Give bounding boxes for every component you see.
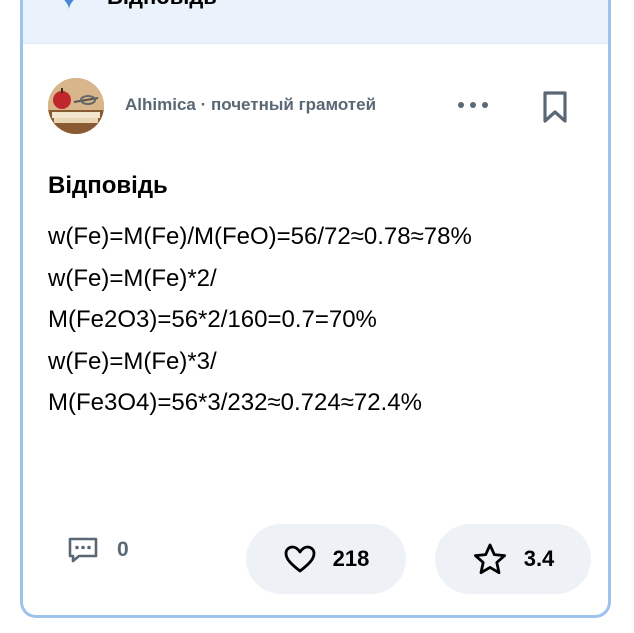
answer-heading: Відповідь	[48, 172, 168, 199]
likes-count: 218	[332, 546, 370, 571]
star-icon	[473, 543, 506, 575]
answer-line: w(Fe)=M(Fe)*2/	[48, 264, 217, 292]
comment-icon	[68, 537, 98, 563]
answer-card: Відповідь Alhimica · почетный грамотей	[20, 0, 611, 618]
top-title: Відповідь	[107, 0, 217, 8]
author-row: Alhimica · почетный грамотей	[23, 76, 608, 136]
author-name[interactable]: Alhimica · почетный грамотей	[125, 95, 376, 115]
badge-icon	[560, 0, 580, 4]
like-button[interactable]: 218	[246, 524, 406, 594]
more-options-icon[interactable]	[457, 99, 489, 111]
bookmark-icon[interactable]	[541, 90, 569, 124]
top-bar: Відповідь	[23, 0, 608, 44]
rating-button[interactable]: 3.4	[435, 524, 591, 594]
comments-count: 0	[117, 538, 129, 561]
avatar-image	[48, 78, 104, 134]
answer-line: M(Fe2O3)=56*2/160=0.7=70%	[48, 306, 377, 333]
heart-icon	[284, 545, 316, 573]
avatar[interactable]	[48, 78, 104, 134]
answer-line: w(Fe)=M(Fe)/M(FeO)=56/72≈0.78≈78%	[48, 223, 472, 250]
answer-body: w(Fe)=M(Fe)/M(FeO)=56/72≈0.78≈78% w(Fe)=…	[48, 216, 593, 424]
rating-value: 3.4	[523, 546, 555, 571]
answer-line: w(Fe)=M(Fe)*3/	[48, 347, 217, 375]
comments-button[interactable]: 0	[67, 535, 129, 565]
pin-icon	[64, 0, 74, 10]
answer-line: M(Fe3O4)=56*3/232≈0.724≈72.4%	[48, 389, 422, 416]
